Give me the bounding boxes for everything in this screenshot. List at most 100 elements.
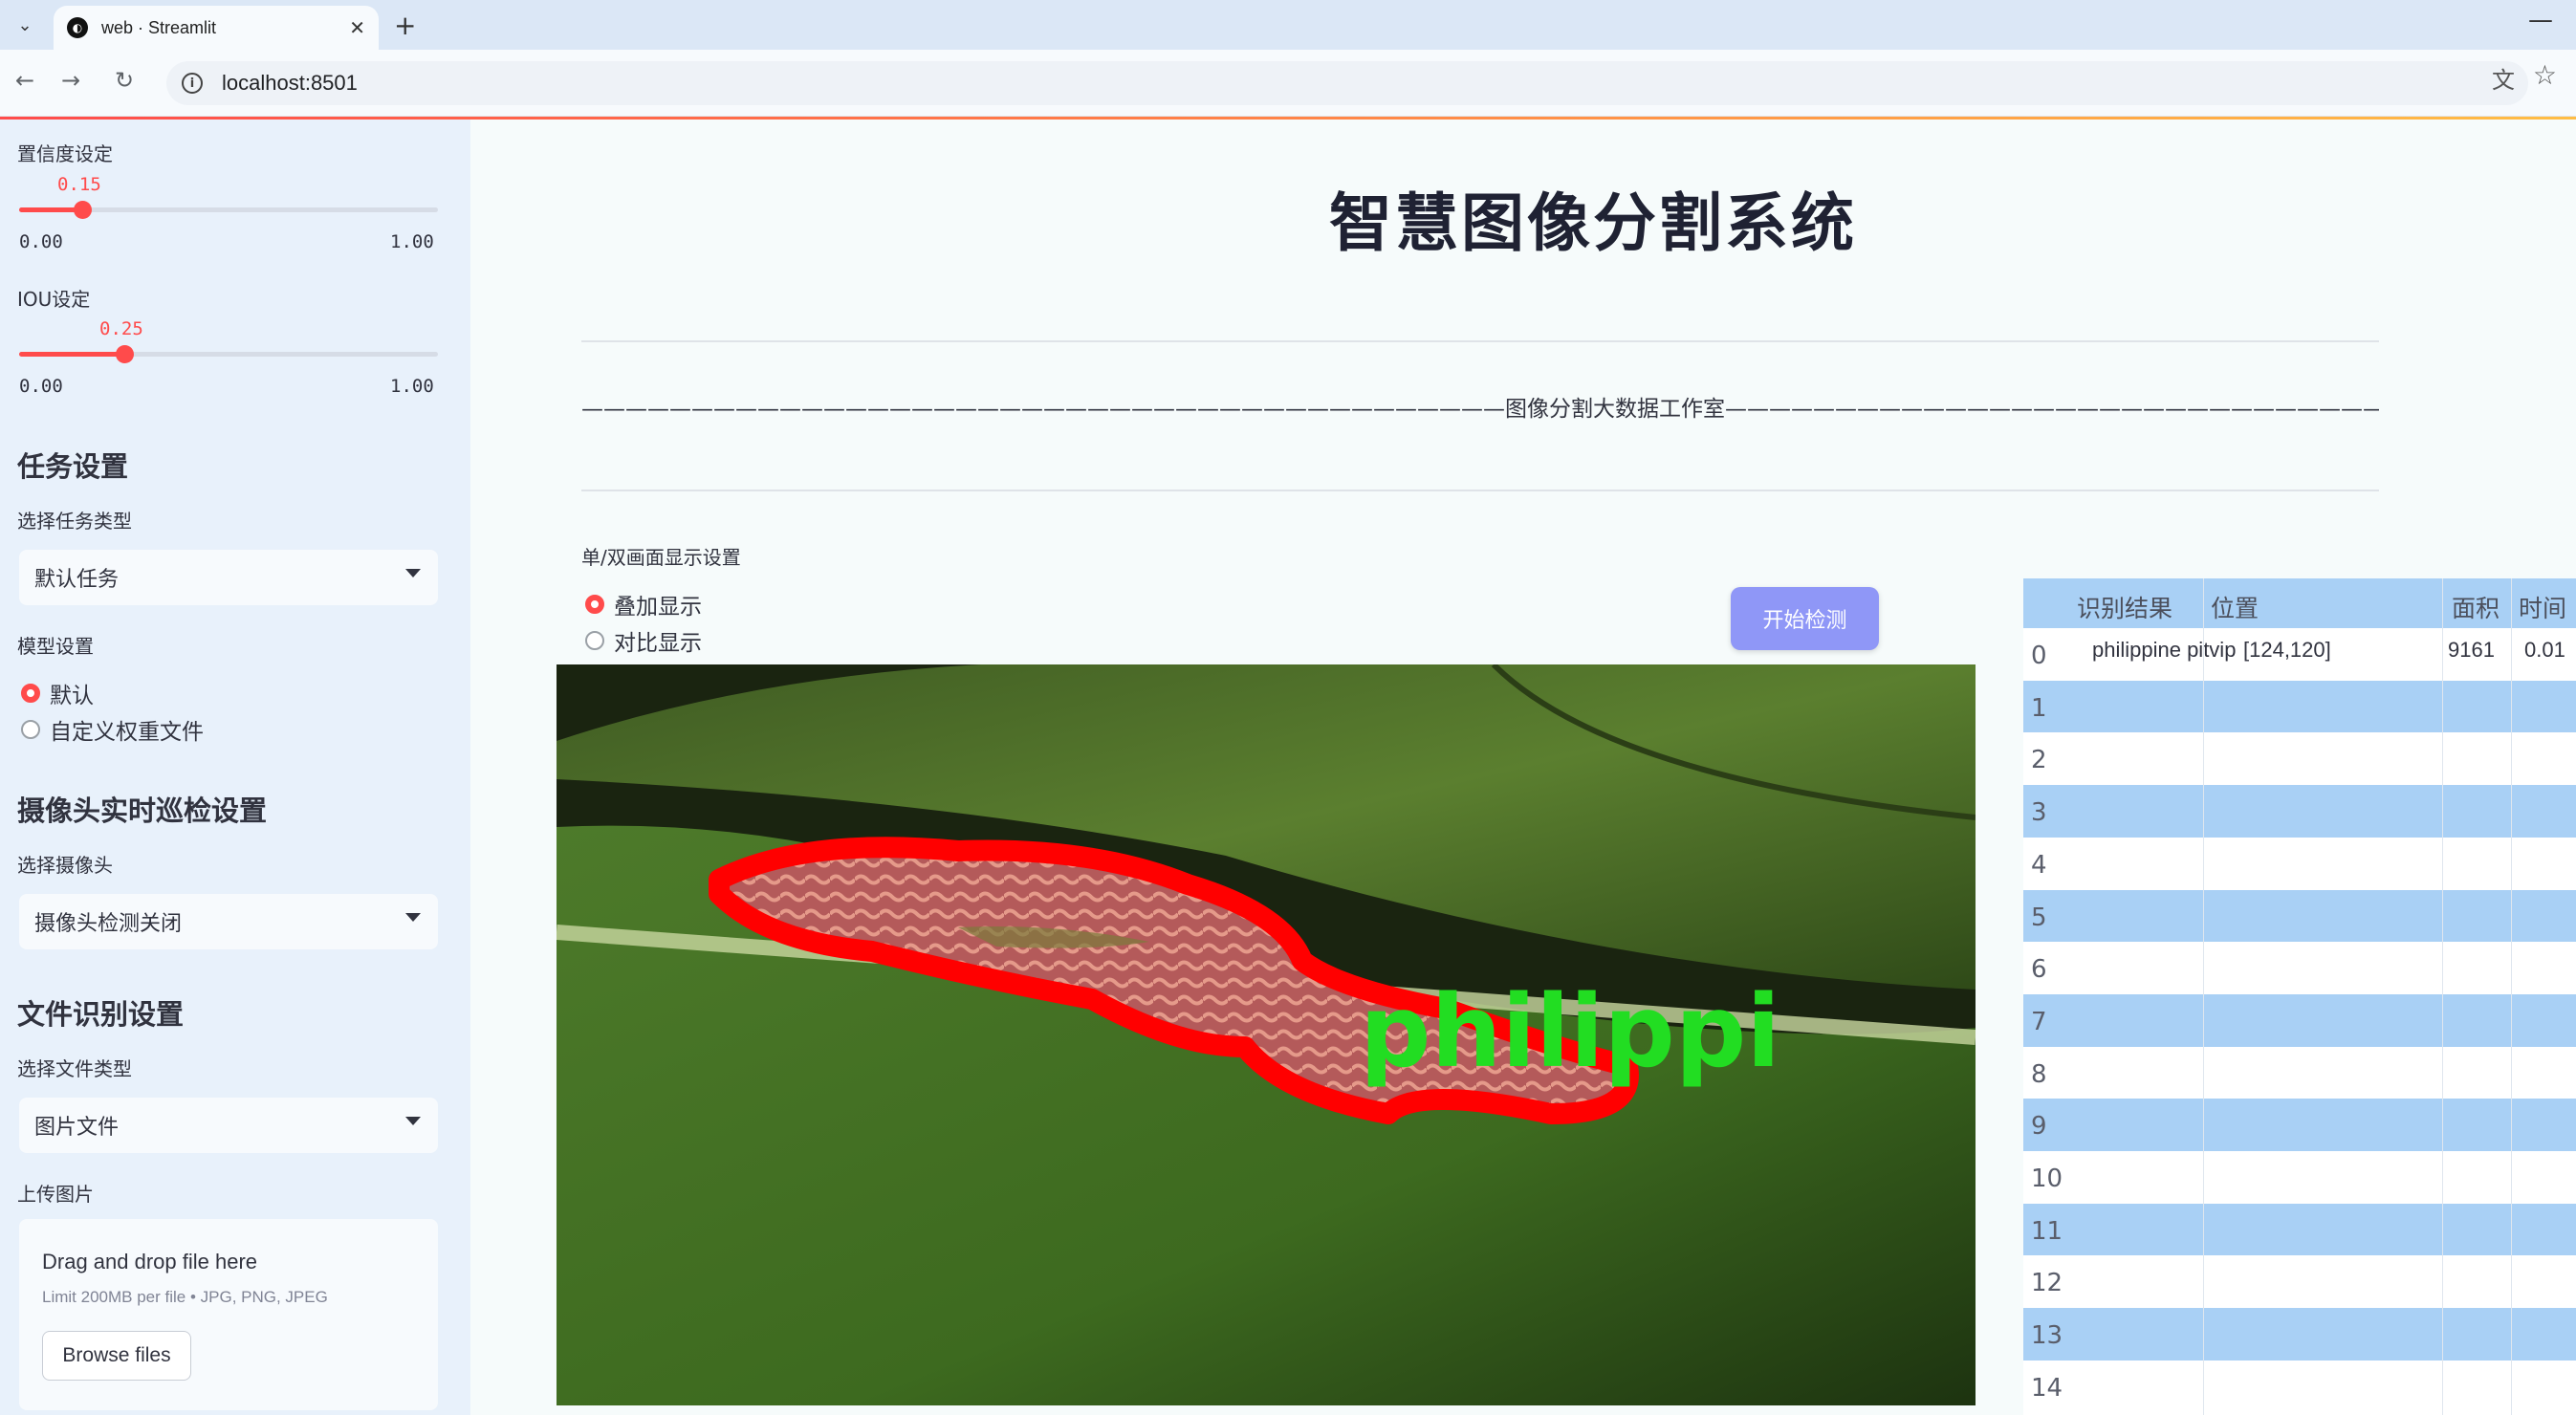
- studio-banner: ————————————————————————————————————————…: [581, 397, 2379, 422]
- display-option-overlay-label: 叠加显示: [614, 595, 702, 620]
- table-row[interactable]: 13: [2023, 1308, 2576, 1361]
- browser-tab[interactable]: ◐ web · Streamlit ✕: [54, 6, 379, 50]
- iou-slider[interactable]: [19, 345, 438, 363]
- column-divider: [2442, 578, 2443, 1415]
- row-index: 4: [2031, 850, 2047, 880]
- results-table[interactable]: 识别结果 位置 面积 时间 0 philippine pitvip [124,120…: [2023, 578, 2576, 1415]
- task-type-value: 默认任务: [34, 568, 120, 592]
- col-position: 位置: [2211, 595, 2259, 622]
- table-header: 识别结果 位置 面积 时间: [2023, 578, 2576, 628]
- row-index: 12: [2031, 1269, 2063, 1298]
- site-info-icon[interactable]: i: [182, 73, 203, 94]
- reload-icon[interactable]: ↻: [115, 67, 134, 94]
- iou-slider-thumb[interactable]: [115, 345, 134, 363]
- row-index: 8: [2031, 1059, 2047, 1089]
- table-row[interactable]: 14: [2023, 1361, 2576, 1413]
- tab-search-chevron-icon[interactable]: ⌄: [10, 10, 40, 40]
- divider: [581, 490, 2379, 491]
- browse-files-button[interactable]: Browse files: [42, 1331, 191, 1381]
- streamlit-favicon-icon: ◐: [67, 17, 88, 38]
- model-option-default-label: 默认: [50, 684, 94, 708]
- close-tab-icon[interactable]: ✕: [349, 16, 365, 39]
- row-index: 9: [2031, 1112, 2047, 1142]
- cell-position: [124,120]: [2243, 638, 2331, 662]
- minimize-window-icon[interactable]: —: [2528, 6, 2553, 34]
- chevron-down-icon: [405, 569, 421, 577]
- row-index: 5: [2031, 903, 2047, 932]
- table-row[interactable]: 8: [2023, 1047, 2576, 1099]
- task-type-select[interactable]: 默认任务: [19, 550, 438, 605]
- radio-selected-icon: [21, 684, 40, 703]
- row-index: 14: [2031, 1373, 2063, 1403]
- iou-max: 1.00: [390, 376, 434, 397]
- table-row[interactable]: 12: [2023, 1255, 2576, 1308]
- detection-result-image: philippi: [557, 664, 1976, 1405]
- table-row[interactable]: 1: [2023, 680, 2576, 733]
- cell-area: 9161: [2448, 638, 2495, 662]
- table-row[interactable]: 9: [2023, 1099, 2576, 1151]
- column-divider: [2511, 578, 2512, 1415]
- table-row[interactable]: 2: [2023, 732, 2576, 785]
- row-index: 11: [2031, 1216, 2063, 1246]
- detection-label-text: philippi: [1360, 973, 1780, 1090]
- camera-select-value: 摄像头检测关闭: [34, 912, 183, 936]
- display-option-overlay[interactable]: 叠加显示: [585, 588, 702, 620]
- display-option-compare-label: 对比显示: [614, 631, 702, 656]
- model-option-custom[interactable]: 自定义权重文件: [21, 713, 204, 746]
- new-tab-icon[interactable]: +: [394, 10, 416, 41]
- task-settings-heading: 任务设置: [17, 450, 129, 483]
- table-row[interactable]: 6: [2023, 942, 2576, 994]
- display-option-compare[interactable]: 对比显示: [585, 624, 702, 657]
- url-text: localhost:8501: [222, 71, 358, 95]
- row-index: 10: [2031, 1165, 2063, 1193]
- file-settings-heading: 文件识别设置: [17, 998, 185, 1031]
- radio-unselected-icon: [585, 631, 604, 650]
- table-row[interactable]: 5: [2023, 889, 2576, 943]
- divider: [581, 340, 2379, 342]
- iou-min: 0.00: [19, 376, 63, 397]
- iou-slider-fill: [19, 352, 124, 357]
- camera-select-label: 选择摄像头: [17, 854, 113, 877]
- file-dropzone[interactable]: Drag and drop file here Limit 200MB per …: [19, 1219, 438, 1410]
- start-detection-button[interactable]: 开始检测: [1731, 587, 1879, 650]
- confidence-min: 0.00: [19, 231, 63, 252]
- tab-title: web · Streamlit: [101, 17, 217, 37]
- confidence-value: 0.15: [57, 174, 101, 195]
- col-time: 时间: [2519, 595, 2567, 622]
- forward-arrow-icon[interactable]: →: [61, 67, 80, 94]
- cell-time: 0.01: [2524, 638, 2565, 662]
- url-field[interactable]: i localhost:8501: [166, 61, 2528, 105]
- column-divider: [2203, 578, 2204, 1415]
- chevron-down-icon: [405, 1117, 421, 1125]
- row-index: 2: [2031, 746, 2047, 775]
- dropzone-title: Drag and drop file here: [42, 1250, 258, 1274]
- row-index: 6: [2031, 955, 2047, 985]
- file-type-select[interactable]: 图片文件: [19, 1098, 438, 1153]
- table-row[interactable]: 10: [2023, 1151, 2576, 1204]
- confidence-slider[interactable]: [19, 201, 438, 219]
- table-row[interactable]: 7: [2023, 993, 2576, 1047]
- back-arrow-icon[interactable]: ←: [15, 67, 34, 94]
- iou-value: 0.25: [99, 318, 143, 339]
- bookmark-star-icon[interactable]: ☆: [2533, 59, 2557, 91]
- page-title: 智慧图像分割系统: [1329, 186, 1857, 260]
- camera-select[interactable]: 摄像头检测关闭: [19, 894, 438, 949]
- confidence-slider-thumb[interactable]: [73, 201, 92, 219]
- browser-tab-bar: ⌄ ◐ web · Streamlit ✕ + —: [0, 0, 2576, 50]
- table-row[interactable]: 0 philippine pitvip [124,120] 9161 0.01: [2023, 628, 2576, 681]
- radio-selected-icon: [585, 595, 604, 614]
- model-option-default[interactable]: 默认: [21, 677, 94, 709]
- confidence-max: 1.00: [390, 231, 434, 252]
- camera-settings-heading: 摄像头实时巡检设置: [17, 795, 268, 827]
- upload-label: 上传图片: [17, 1183, 94, 1206]
- task-type-label: 选择任务类型: [17, 510, 132, 533]
- iou-label: IOU设定: [17, 288, 91, 311]
- table-row[interactable]: 3: [2023, 785, 2576, 838]
- col-result: 识别结果: [2077, 595, 2173, 622]
- confidence-label: 置信度设定: [17, 142, 113, 165]
- dropzone-limit: Limit 200MB per file • JPG, PNG, JPEG: [42, 1288, 328, 1306]
- table-row[interactable]: 11: [2023, 1203, 2576, 1256]
- table-row[interactable]: 4: [2023, 838, 2576, 890]
- translate-icon[interactable]: ⽂: [2492, 61, 2515, 95]
- file-type-label: 选择文件类型: [17, 1057, 132, 1080]
